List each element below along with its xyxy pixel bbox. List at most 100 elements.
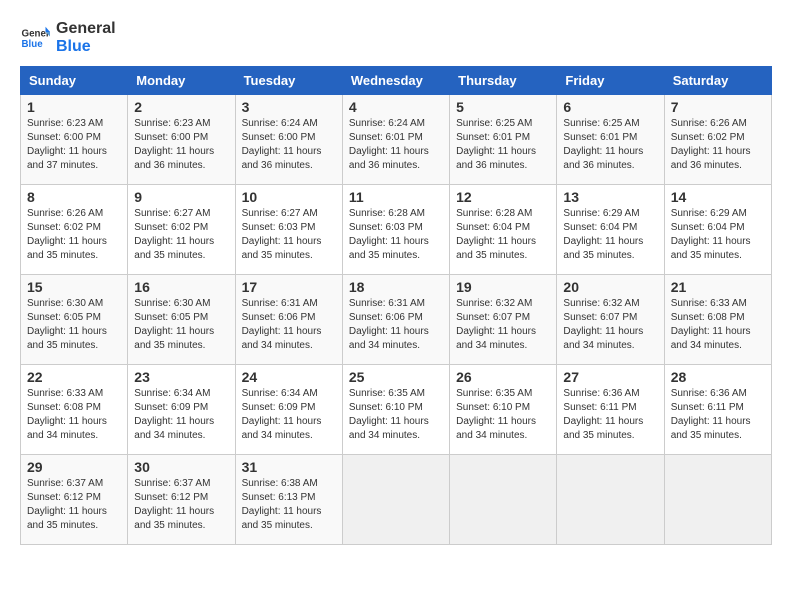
calendar-cell: 22Sunrise: 6:33 AM Sunset: 6:08 PM Dayli… bbox=[21, 365, 128, 455]
header-day-saturday: Saturday bbox=[664, 67, 771, 95]
day-number: 12 bbox=[456, 189, 550, 205]
calendar-cell: 10 Sunrise: 6:27 AM Sunset: 6:03 PM Dayli… bbox=[235, 185, 342, 275]
day-number: 3 bbox=[242, 99, 336, 115]
calendar-cell: 9 Sunrise: 6:27 AM Sunset: 6:02 PM Daylig… bbox=[128, 185, 235, 275]
day-number: 21 bbox=[671, 279, 765, 295]
day-info: Sunrise: 6:30 AM Sunset: 6:05 PM Dayligh… bbox=[27, 297, 121, 353]
day-info: Sunrise: 6:33 AM Sunset: 6:08 PM Dayligh… bbox=[27, 387, 121, 443]
day-info: Sunrise: 6:26 AM Sunset: 6:02 PM Dayligh… bbox=[27, 207, 121, 263]
calendar-cell: 23 Sunrise: 6:34 AM Sunset: 6:09 PM Dayli… bbox=[128, 365, 235, 455]
day-number: 23 bbox=[134, 369, 228, 385]
day-info: Sunrise: 6:35 AM Sunset: 6:10 PM Dayligh… bbox=[349, 387, 443, 443]
logo: General Blue General Blue bbox=[20, 20, 116, 56]
calendar-table: SundayMondayTuesdayWednesdayThursdayFrid… bbox=[20, 66, 772, 545]
calendar-week-3: 8 Sunrise: 6:26 AM Sunset: 6:02 PM Daylig… bbox=[21, 185, 772, 275]
day-info: Sunrise: 6:29 AM Sunset: 6:04 PM Dayligh… bbox=[671, 207, 765, 263]
day-info: Sunrise: 6:24 AM Sunset: 6:00 PM Dayligh… bbox=[242, 117, 336, 173]
logo-text-blue: Blue bbox=[56, 38, 116, 56]
day-info: Sunrise: 6:33 AM Sunset: 6:08 PM Dayligh… bbox=[671, 297, 765, 353]
day-number: 24 bbox=[242, 369, 336, 385]
day-info: Sunrise: 6:27 AM Sunset: 6:02 PM Dayligh… bbox=[134, 207, 228, 263]
calendar-cell bbox=[557, 455, 664, 545]
day-info: Sunrise: 6:30 AM Sunset: 6:05 PM Dayligh… bbox=[134, 297, 228, 353]
day-number: 1 bbox=[27, 99, 121, 115]
day-number: 18 bbox=[349, 279, 443, 295]
day-number: 11 bbox=[349, 189, 443, 205]
day-info: Sunrise: 6:31 AM Sunset: 6:06 PM Dayligh… bbox=[242, 297, 336, 353]
day-info: Sunrise: 6:23 AM Sunset: 6:00 PM Dayligh… bbox=[134, 117, 228, 173]
day-info: Sunrise: 6:34 AM Sunset: 6:09 PM Dayligh… bbox=[134, 387, 228, 443]
header-day-tuesday: Tuesday bbox=[235, 67, 342, 95]
day-number: 29 bbox=[27, 459, 121, 475]
day-info: Sunrise: 6:25 AM Sunset: 6:01 PM Dayligh… bbox=[563, 117, 657, 173]
calendar-cell: 30Sunrise: 6:37 AM Sunset: 6:12 PM Dayli… bbox=[128, 455, 235, 545]
header-day-friday: Friday bbox=[557, 67, 664, 95]
day-info: Sunrise: 6:37 AM Sunset: 6:12 PM Dayligh… bbox=[27, 477, 121, 533]
day-info: Sunrise: 6:38 AM Sunset: 6:13 PM Dayligh… bbox=[242, 477, 336, 533]
day-info: Sunrise: 6:28 AM Sunset: 6:04 PM Dayligh… bbox=[456, 207, 550, 263]
day-number: 10 bbox=[242, 189, 336, 205]
day-info: Sunrise: 6:31 AM Sunset: 6:06 PM Dayligh… bbox=[349, 297, 443, 353]
calendar-cell: 8 Sunrise: 6:26 AM Sunset: 6:02 PM Daylig… bbox=[21, 185, 128, 275]
day-number: 6 bbox=[563, 99, 657, 115]
day-info: Sunrise: 6:25 AM Sunset: 6:01 PM Dayligh… bbox=[456, 117, 550, 173]
calendar-cell: 26 Sunrise: 6:35 AM Sunset: 6:10 PM Dayli… bbox=[450, 365, 557, 455]
calendar-cell: 21 Sunrise: 6:33 AM Sunset: 6:08 PM Dayli… bbox=[664, 275, 771, 365]
day-number: 4 bbox=[349, 99, 443, 115]
calendar-cell: 29 Sunrise: 6:37 AM Sunset: 6:12 PM Dayli… bbox=[21, 455, 128, 545]
day-info: Sunrise: 6:29 AM Sunset: 6:04 PM Dayligh… bbox=[563, 207, 657, 263]
day-number: 8 bbox=[27, 189, 121, 205]
day-number: 27 bbox=[563, 369, 657, 385]
calendar-cell: 25Sunrise: 6:35 AM Sunset: 6:10 PM Dayli… bbox=[342, 365, 449, 455]
calendar-cell: 2 Sunrise: 6:23 AM Sunset: 6:00 PM Daylig… bbox=[128, 95, 235, 185]
day-number: 5 bbox=[456, 99, 550, 115]
day-number: 13 bbox=[563, 189, 657, 205]
calendar-cell bbox=[450, 455, 557, 545]
day-number: 28 bbox=[671, 369, 765, 385]
day-number: 15 bbox=[27, 279, 121, 295]
calendar-cell: 4 Sunrise: 6:24 AM Sunset: 6:01 PM Daylig… bbox=[342, 95, 449, 185]
calendar-cell: 15 Sunrise: 6:30 AM Sunset: 6:05 PM Dayli… bbox=[21, 275, 128, 365]
day-number: 26 bbox=[456, 369, 550, 385]
day-info: Sunrise: 6:24 AM Sunset: 6:01 PM Dayligh… bbox=[349, 117, 443, 173]
calendar-cell: 19 Sunrise: 6:32 AM Sunset: 6:07 PM Dayli… bbox=[450, 275, 557, 365]
calendar-cell: 5 Sunrise: 6:25 AM Sunset: 6:01 PM Daylig… bbox=[450, 95, 557, 185]
day-info: Sunrise: 6:26 AM Sunset: 6:02 PM Dayligh… bbox=[671, 117, 765, 173]
day-info: Sunrise: 6:36 AM Sunset: 6:11 PM Dayligh… bbox=[563, 387, 657, 443]
calendar-cell: 7Sunrise: 6:26 AM Sunset: 6:02 PM Daylig… bbox=[664, 95, 771, 185]
day-number: 16 bbox=[134, 279, 228, 295]
day-number: 9 bbox=[134, 189, 228, 205]
calendar-week-5: 22Sunrise: 6:33 AM Sunset: 6:08 PM Dayli… bbox=[21, 365, 772, 455]
calendar-week-2: 1 Sunrise: 6:23 AM Sunset: 6:00 PM Daylig… bbox=[21, 95, 772, 185]
calendar-cell: 16 Sunrise: 6:30 AM Sunset: 6:05 PM Dayli… bbox=[128, 275, 235, 365]
header-day-monday: Monday bbox=[128, 67, 235, 95]
day-info: Sunrise: 6:32 AM Sunset: 6:07 PM Dayligh… bbox=[456, 297, 550, 353]
day-number: 31 bbox=[242, 459, 336, 475]
day-number: 14 bbox=[671, 189, 765, 205]
header-row: SundayMondayTuesdayWednesdayThursdayFrid… bbox=[21, 67, 772, 95]
calendar-cell: 27 Sunrise: 6:36 AM Sunset: 6:11 PM Dayli… bbox=[557, 365, 664, 455]
calendar-cell: 14 Sunrise: 6:29 AM Sunset: 6:04 PM Dayli… bbox=[664, 185, 771, 275]
day-info: Sunrise: 6:35 AM Sunset: 6:10 PM Dayligh… bbox=[456, 387, 550, 443]
day-info: Sunrise: 6:32 AM Sunset: 6:07 PM Dayligh… bbox=[563, 297, 657, 353]
day-info: Sunrise: 6:23 AM Sunset: 6:00 PM Dayligh… bbox=[27, 117, 121, 173]
day-info: Sunrise: 6:27 AM Sunset: 6:03 PM Dayligh… bbox=[242, 207, 336, 263]
logo-text-general: General bbox=[56, 20, 116, 38]
calendar-cell: 12 Sunrise: 6:28 AM Sunset: 6:04 PM Dayli… bbox=[450, 185, 557, 275]
header-day-wednesday: Wednesday bbox=[342, 67, 449, 95]
calendar-cell: 11Sunrise: 6:28 AM Sunset: 6:03 PM Dayli… bbox=[342, 185, 449, 275]
calendar-cell: 17Sunrise: 6:31 AM Sunset: 6:06 PM Dayli… bbox=[235, 275, 342, 365]
day-info: Sunrise: 6:34 AM Sunset: 6:09 PM Dayligh… bbox=[242, 387, 336, 443]
day-number: 2 bbox=[134, 99, 228, 115]
header-day-sunday: Sunday bbox=[21, 67, 128, 95]
calendar-cell: 18 Sunrise: 6:31 AM Sunset: 6:06 PM Dayli… bbox=[342, 275, 449, 365]
logo-icon: General Blue bbox=[20, 23, 50, 53]
calendar-cell: 3 Sunrise: 6:24 AM Sunset: 6:00 PM Daylig… bbox=[235, 95, 342, 185]
day-number: 20 bbox=[563, 279, 657, 295]
calendar-cell bbox=[342, 455, 449, 545]
calendar-cell: 1 Sunrise: 6:23 AM Sunset: 6:00 PM Daylig… bbox=[21, 95, 128, 185]
day-info: Sunrise: 6:36 AM Sunset: 6:11 PM Dayligh… bbox=[671, 387, 765, 443]
day-number: 19 bbox=[456, 279, 550, 295]
calendar-cell: 6 Sunrise: 6:25 AM Sunset: 6:01 PM Daylig… bbox=[557, 95, 664, 185]
day-number: 30 bbox=[134, 459, 228, 475]
